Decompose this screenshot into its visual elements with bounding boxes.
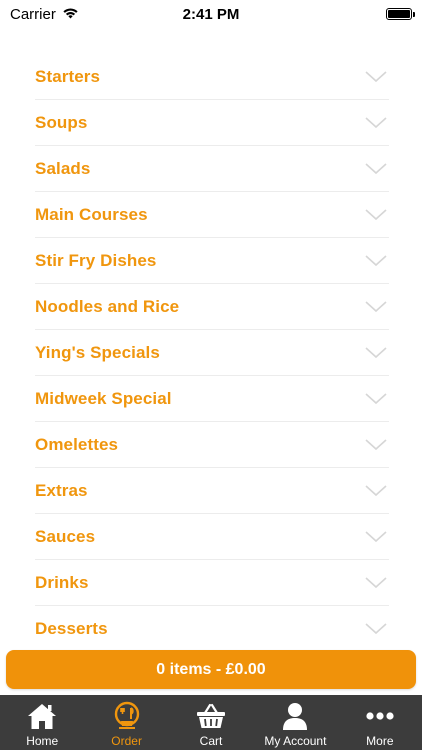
user-icon — [282, 700, 308, 732]
chevron-down-icon — [365, 342, 387, 364]
tab-order[interactable]: Order — [84, 695, 168, 750]
category-label: Ying's Specials — [35, 342, 160, 362]
battery-level — [388, 10, 410, 18]
category-label: Drinks — [35, 572, 89, 592]
category-item-drinks[interactable]: Drinks — [35, 560, 389, 606]
tab-label: Order — [111, 734, 142, 748]
category-item-extras[interactable]: Extras — [35, 468, 389, 514]
chevron-down-icon — [365, 572, 387, 594]
chevron-down-icon — [365, 204, 387, 226]
category-item-yings-specials[interactable]: Ying's Specials — [35, 330, 389, 376]
category-label: Extras — [35, 480, 88, 500]
chevron-down-icon — [365, 388, 387, 410]
category-label: Midweek Special — [35, 388, 172, 408]
tab-label: Home — [26, 734, 59, 748]
category-label: Noodles and Rice — [35, 296, 180, 316]
category-label: Desserts — [35, 618, 108, 638]
bottom-tab-bar: Home Order Cart My Account More — [0, 695, 422, 750]
chevron-down-icon — [365, 480, 387, 502]
category-item-stir-fry-dishes[interactable]: Stir Fry Dishes — [35, 238, 389, 284]
chevron-down-icon — [365, 618, 387, 640]
order-icon — [113, 700, 141, 732]
tab-label: My Account — [264, 734, 327, 748]
status-bar: Carrier 2:41 PM — [0, 0, 422, 28]
category-label: Omelettes — [35, 434, 119, 454]
more-icon — [365, 700, 395, 732]
chevron-down-icon — [365, 66, 387, 88]
chevron-down-icon — [365, 112, 387, 134]
category-item-desserts[interactable]: Desserts — [35, 606, 389, 652]
tab-home[interactable]: Home — [0, 695, 84, 750]
category-item-salads[interactable]: Salads — [35, 146, 389, 192]
category-label: Soups — [35, 112, 88, 132]
status-time: 2:41 PM — [182, 5, 240, 23]
home-icon — [27, 700, 57, 732]
category-item-omelettes[interactable]: Omelettes — [35, 422, 389, 468]
category-label: Stir Fry Dishes — [35, 250, 157, 270]
order-screen: Carrier 2:41 PM Starters Soups Salads Ma… — [0, 0, 422, 750]
cart-summary-button[interactable]: 0 items - £0.00 — [6, 650, 416, 689]
category-item-midweek-special[interactable]: Midweek Special — [35, 376, 389, 422]
category-item-sauces[interactable]: Sauces — [35, 514, 389, 560]
chevron-down-icon — [365, 250, 387, 272]
chevron-down-icon — [365, 296, 387, 318]
menu-category-list: Starters Soups Salads Main Courses Stir … — [35, 54, 389, 652]
tab-cart[interactable]: Cart — [169, 695, 253, 750]
category-label: Main Courses — [35, 204, 148, 224]
category-label: Starters — [35, 66, 101, 86]
chevron-down-icon — [365, 434, 387, 456]
chevron-down-icon — [365, 526, 387, 548]
basket-icon — [196, 700, 226, 732]
battery-icon — [386, 8, 415, 20]
tab-label: More — [366, 734, 394, 748]
tab-more[interactable]: More — [338, 695, 422, 750]
tab-label: Cart — [199, 734, 223, 748]
category-item-noodles-and-rice[interactable]: Noodles and Rice — [35, 284, 389, 330]
category-item-starters[interactable]: Starters — [35, 54, 389, 100]
category-label: Sauces — [35, 526, 96, 546]
category-item-main-courses[interactable]: Main Courses — [35, 192, 389, 238]
category-label: Salads — [35, 158, 91, 178]
chevron-down-icon — [365, 158, 387, 180]
tab-my-account[interactable]: My Account — [253, 695, 337, 750]
category-item-soups[interactable]: Soups — [35, 100, 389, 146]
